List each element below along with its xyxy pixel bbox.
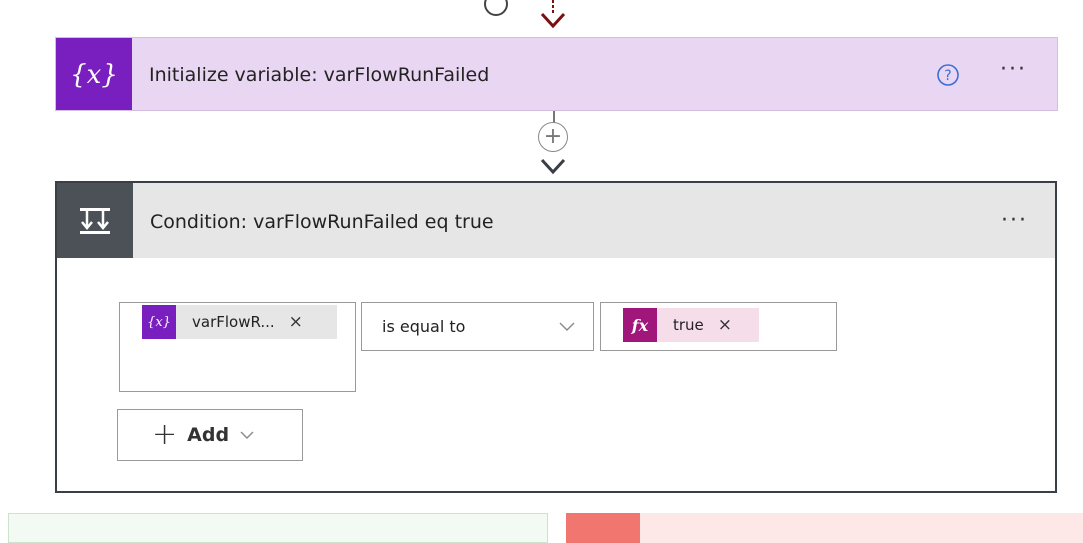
left-operand-field[interactable]: {x} varFlowR... × <box>119 302 356 392</box>
right-operand-field[interactable]: fx true × <box>600 302 837 351</box>
variable-icon: {x} <box>142 305 176 339</box>
condition-icon <box>57 183 133 258</box>
plus-icon: + <box>152 417 178 452</box>
add-label: Add <box>187 424 230 446</box>
step-title[interactable]: Condition: varFlowRunFailed eq true <box>150 183 494 258</box>
plus-icon: + <box>543 124 563 149</box>
more-options-button[interactable]: ··· <box>1001 209 1028 233</box>
no-branch-icon <box>566 513 640 543</box>
token-label: varFlowR... <box>192 313 275 331</box>
remove-token-button[interactable]: × <box>718 315 732 335</box>
add-row-button[interactable]: + Add <box>117 409 303 461</box>
operator-selected: is equal to <box>382 317 466 336</box>
chevron-down-icon <box>240 431 254 439</box>
condition-step: Condition: varFlowRunFailed eq true ··· … <box>55 181 1057 493</box>
expression-icon: fx <box>623 308 657 342</box>
svg-text:{x}: {x} <box>70 60 118 90</box>
more-options-button[interactable]: ··· <box>1000 58 1027 82</box>
svg-text:?: ? <box>944 68 951 84</box>
arrow-down-icon <box>540 158 566 175</box>
arrow-down-icon <box>540 0 566 29</box>
remove-token-button[interactable]: × <box>289 312 303 332</box>
token-label: true <box>673 316 704 334</box>
if-yes-branch[interactable] <box>8 513 548 543</box>
operator-dropdown[interactable]: is equal to <box>361 302 594 351</box>
initialize-variable-step[interactable]: {x} Initialize variable: varFlowRunFaile… <box>55 37 1058 111</box>
if-no-branch[interactable] <box>566 513 1083 543</box>
variable-token[interactable]: {x} varFlowR... × <box>142 305 337 339</box>
variable-icon: {x} <box>56 38 132 110</box>
expression-token[interactable]: fx true × <box>623 308 759 342</box>
step-title[interactable]: Initialize variable: varFlowRunFailed <box>149 38 489 110</box>
help-icon[interactable]: ? <box>936 63 960 87</box>
connector-node <box>484 0 508 16</box>
condition-header[interactable]: Condition: varFlowRunFailed eq true ··· <box>57 183 1055 258</box>
chevron-down-icon <box>559 322 575 331</box>
